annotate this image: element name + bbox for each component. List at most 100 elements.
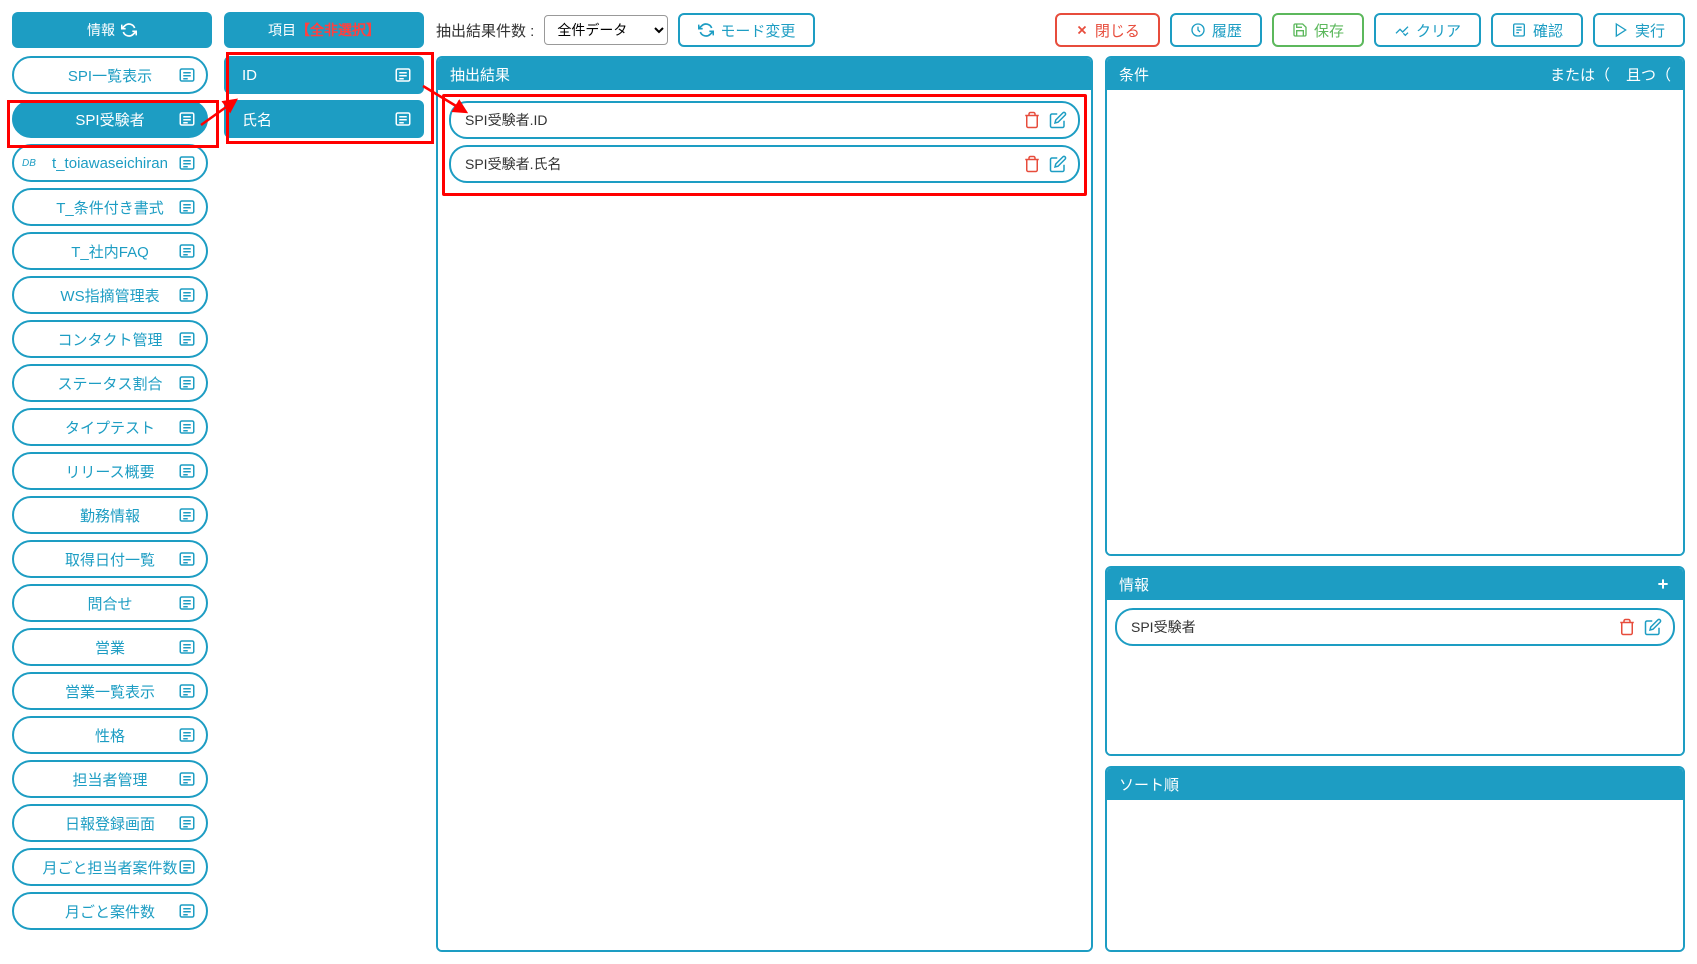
close-icon	[1075, 23, 1089, 37]
info-item-label: t_toiawaseichiran	[52, 155, 168, 172]
list-icon	[178, 902, 196, 920]
info-item-18[interactable]: 月ごと担当者案件数	[12, 848, 208, 886]
fields-header-label: 項目	[268, 20, 296, 40]
info-item-5[interactable]: WS指摘管理表	[12, 276, 208, 314]
list-icon	[178, 198, 196, 216]
info-item-label: 営業	[95, 637, 125, 658]
list-icon	[178, 374, 196, 392]
list-icon	[178, 418, 196, 436]
history-button[interactable]: 履歴	[1170, 13, 1262, 47]
info-item-label: SPI受験者	[75, 109, 144, 130]
field-item-1[interactable]: 氏名	[224, 100, 424, 138]
deselect-all-label[interactable]: 【全非選択】	[296, 20, 380, 40]
history-icon	[1190, 22, 1206, 38]
run-button[interactable]: 実行	[1593, 13, 1685, 47]
count-select[interactable]: 全件データ	[544, 15, 668, 45]
info-header-label: 情報	[87, 20, 115, 40]
list-icon	[178, 814, 196, 832]
close-button[interactable]: 閉じる	[1055, 13, 1160, 47]
info-item-11[interactable]: 取得日付一覧	[12, 540, 208, 578]
info-item-16[interactable]: 担当者管理	[12, 760, 208, 798]
conditions-panel: 条件 または（ 且つ（	[1105, 56, 1685, 556]
clear-button[interactable]: クリア	[1374, 13, 1481, 47]
delete-icon[interactable]	[1617, 617, 1637, 637]
edit-icon[interactable]	[1048, 110, 1068, 130]
sort-panel: ソート順	[1105, 766, 1685, 952]
count-label: 抽出結果件数 :	[436, 20, 534, 41]
info-item-9[interactable]: リリース概要	[12, 452, 208, 490]
info-item-19[interactable]: 月ごと案件数	[12, 892, 208, 930]
result-row[interactable]: SPI受験者.氏名	[449, 145, 1080, 183]
info-row[interactable]: SPI受験者	[1115, 608, 1675, 646]
info-item-0[interactable]: SPI一覧表示	[12, 56, 208, 94]
result-label: SPI受験者.氏名	[465, 154, 1022, 174]
list-icon	[178, 770, 196, 788]
info-item-label: 担当者管理	[72, 769, 147, 790]
info-item-label: T_条件付き書式	[56, 197, 164, 218]
info-item-15[interactable]: 性格	[12, 716, 208, 754]
info-item-label: タイプテスト	[65, 417, 155, 438]
info-item-label: リリース概要	[65, 461, 154, 482]
list-icon	[178, 330, 196, 348]
info-item-label: ステータス割合	[57, 373, 162, 394]
info-sub-header: 情報	[1107, 568, 1683, 600]
result-label: SPI受験者.ID	[465, 110, 1022, 130]
info-row-label: SPI受験者	[1131, 617, 1617, 637]
field-item-label: 氏名	[242, 109, 272, 130]
info-item-label: 月ごと担当者案件数	[42, 857, 177, 878]
edit-icon[interactable]	[1643, 617, 1663, 637]
list-icon	[178, 682, 196, 700]
list-icon	[178, 66, 196, 84]
refresh-icon	[698, 22, 714, 38]
info-item-14[interactable]: 営業一覧表示	[12, 672, 208, 710]
list-icon	[178, 638, 196, 656]
info-sub-panel: 情報 SPI受験者	[1105, 566, 1685, 756]
info-item-label: 日報登録画面	[65, 813, 155, 834]
list-icon	[178, 594, 196, 612]
list-icon	[394, 110, 412, 128]
result-row[interactable]: SPI受験者.ID	[449, 101, 1080, 139]
delete-icon[interactable]	[1022, 154, 1042, 174]
info-item-label: コンタクト管理	[57, 329, 162, 350]
list-icon	[178, 242, 196, 260]
list-icon	[394, 66, 412, 84]
info-item-label: 問合せ	[87, 593, 132, 614]
add-icon[interactable]	[1655, 576, 1671, 592]
info-panel-header: 情報	[12, 12, 212, 48]
results-header: 抽出結果	[438, 58, 1091, 90]
delete-icon[interactable]	[1022, 110, 1042, 130]
info-item-2[interactable]: DB t_toiawaseichiran	[12, 144, 208, 182]
field-item-label: ID	[242, 67, 257, 84]
info-item-12[interactable]: 問合せ	[12, 584, 208, 622]
list-icon	[178, 286, 196, 304]
info-item-7[interactable]: ステータス割合	[12, 364, 208, 402]
mode-change-button[interactable]: モード変更	[678, 13, 815, 47]
info-item-8[interactable]: タイプテスト	[12, 408, 208, 446]
info-item-1[interactable]: SPI受験者	[12, 100, 208, 138]
clear-icon	[1394, 22, 1410, 38]
info-item-6[interactable]: コンタクト管理	[12, 320, 208, 358]
info-item-label: 勤務情報	[80, 505, 140, 526]
sort-header: ソート順	[1107, 768, 1683, 800]
save-button[interactable]: 保存	[1272, 13, 1364, 47]
confirm-button[interactable]: 確認	[1491, 13, 1583, 47]
info-item-4[interactable]: T_社内FAQ	[12, 232, 208, 270]
field-item-0[interactable]: ID	[224, 56, 424, 94]
play-icon	[1613, 22, 1629, 38]
list-icon	[178, 506, 196, 524]
or-button[interactable]: または（	[1550, 64, 1610, 85]
info-list[interactable]: SPI一覧表示 SPI受験者 DB t_toiawaseichiran T_条件付き書式…	[12, 56, 212, 952]
edit-icon[interactable]	[1048, 154, 1068, 174]
document-icon	[1511, 22, 1527, 38]
info-item-17[interactable]: 日報登録画面	[12, 804, 208, 842]
info-item-label: 取得日付一覧	[65, 549, 155, 570]
list-icon	[178, 726, 196, 744]
info-item-10[interactable]: 勤務情報	[12, 496, 208, 534]
refresh-icon[interactable]	[121, 22, 137, 38]
info-item-3[interactable]: T_条件付き書式	[12, 188, 208, 226]
info-item-label: 月ごと案件数	[65, 901, 155, 922]
and-button[interactable]: 且つ（	[1626, 64, 1671, 85]
conditions-header: 条件 または（ 且つ（	[1107, 58, 1683, 90]
info-item-13[interactable]: 営業	[12, 628, 208, 666]
db-badge: DB	[22, 158, 36, 169]
